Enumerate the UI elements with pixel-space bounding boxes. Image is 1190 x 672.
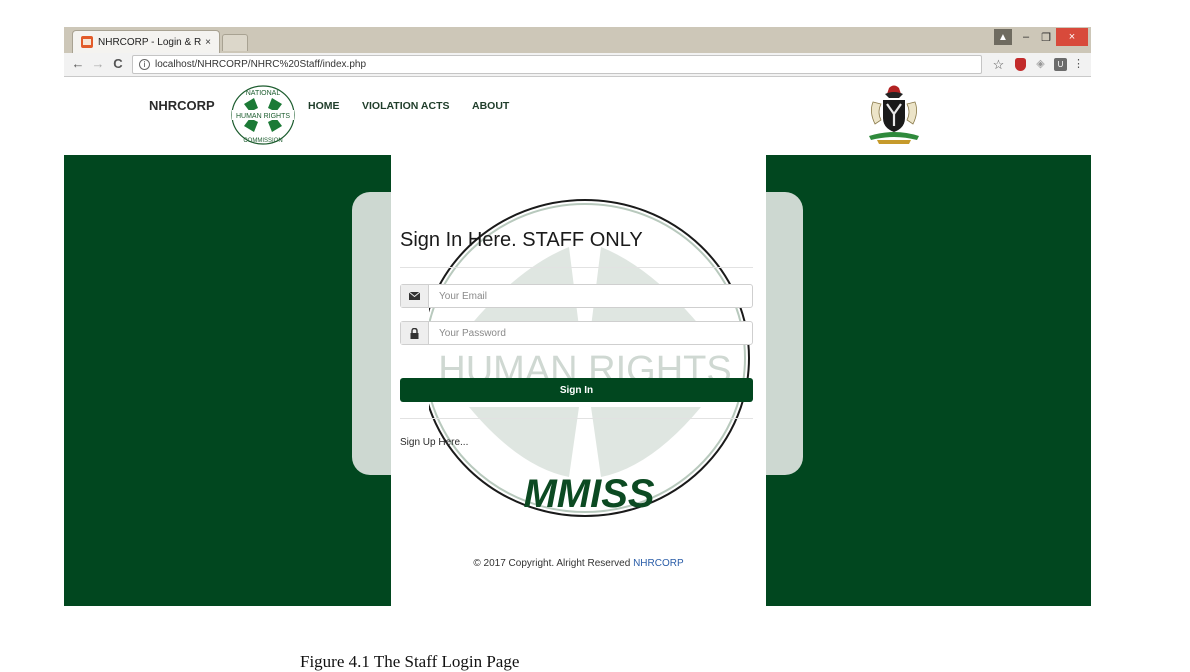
- browser-window: NHRCORP - Login & Reg × ▲ – ❐ × ← → C i …: [64, 27, 1091, 606]
- restore-button[interactable]: ❐: [1038, 27, 1054, 47]
- footer: © 2017 Copyright. Alright Reserved NHRCO…: [391, 558, 766, 569]
- watermark-bottom-text: MMISS: [523, 472, 654, 516]
- main-content: HUMAN RIGHTS MMISS Sign In Here. STAFF O…: [64, 155, 1091, 606]
- tab-strip: NHRCORP - Login & Reg × ▲ – ❐ ×: [64, 27, 1091, 53]
- sign-up-link[interactable]: Sign Up Here...: [400, 437, 468, 448]
- logo-text-top: NATIONAL: [246, 90, 281, 97]
- nav-violation-acts[interactable]: VIOLATION ACTS: [362, 100, 450, 112]
- browser-tab[interactable]: NHRCORP - Login & Reg ×: [72, 30, 220, 53]
- coat-of-arms-icon: [869, 85, 919, 144]
- signin-title: Sign In Here. STAFF ONLY: [400, 229, 643, 251]
- envelope-icon: [401, 285, 429, 307]
- bookmark-star-icon[interactable]: ☆: [992, 58, 1005, 71]
- extension-icon[interactable]: ◈: [1034, 58, 1047, 71]
- close-window-button[interactable]: ×: [1056, 28, 1088, 46]
- address-bar-row: ← → C i localhost/NHRCORP/NHRC%20Staff/i…: [64, 53, 1091, 77]
- footer-copyright: © 2017 Copyright. Alright Reserved: [473, 558, 631, 569]
- minimize-button[interactable]: –: [1018, 27, 1034, 47]
- divider: [400, 418, 753, 419]
- tab-title: NHRCORP - Login & Reg: [98, 36, 201, 48]
- user-profile-icon[interactable]: ▲: [994, 29, 1012, 45]
- info-icon[interactable]: i: [139, 59, 150, 70]
- nav-home[interactable]: HOME: [308, 100, 340, 112]
- adblock-shield-icon[interactable]: [1015, 58, 1026, 71]
- browser-menu-icon[interactable]: ⋮: [1072, 58, 1085, 71]
- site-header: NHRCORP NATIONAL HUMAN RIGHTS COMMISSION…: [64, 78, 1091, 155]
- back-icon[interactable]: ←: [70, 56, 86, 72]
- nhrc-logo: NATIONAL HUMAN RIGHTS COMMISSION: [231, 85, 295, 145]
- nav-about[interactable]: ABOUT: [472, 100, 509, 112]
- logo-text-middle: HUMAN RIGHTS: [236, 113, 290, 120]
- brand-name[interactable]: NHRCORP: [149, 98, 215, 113]
- url-text: localhost/NHRCORP/NHRC%20Staff/index.php: [155, 59, 367, 70]
- new-tab-button[interactable]: [222, 34, 248, 51]
- password-input[interactable]: [429, 322, 752, 344]
- email-field: [400, 284, 753, 308]
- lock-icon: [401, 322, 429, 344]
- logo-text-bottom: COMMISSION: [243, 138, 282, 144]
- figure-caption: Figure 4.1 The Staff Login Page: [300, 652, 520, 671]
- url-bar[interactable]: i localhost/NHRCORP/NHRC%20Staff/index.p…: [132, 55, 982, 74]
- email-input[interactable]: [429, 285, 752, 307]
- watermark-logo: HUMAN RIGHTS MMISS: [429, 199, 750, 517]
- password-field: [400, 321, 753, 345]
- favicon-icon: [81, 36, 93, 48]
- reload-icon[interactable]: C: [110, 56, 126, 72]
- footer-brand-link[interactable]: NHRCORP: [633, 558, 684, 569]
- forward-icon[interactable]: →: [90, 56, 106, 72]
- tab-close-icon[interactable]: ×: [201, 37, 215, 48]
- divider: [400, 267, 753, 268]
- extension-u-icon[interactable]: U: [1054, 58, 1067, 71]
- login-card: HUMAN RIGHTS MMISS Sign In Here. STAFF O…: [391, 155, 766, 606]
- sign-in-button[interactable]: Sign In: [400, 378, 753, 402]
